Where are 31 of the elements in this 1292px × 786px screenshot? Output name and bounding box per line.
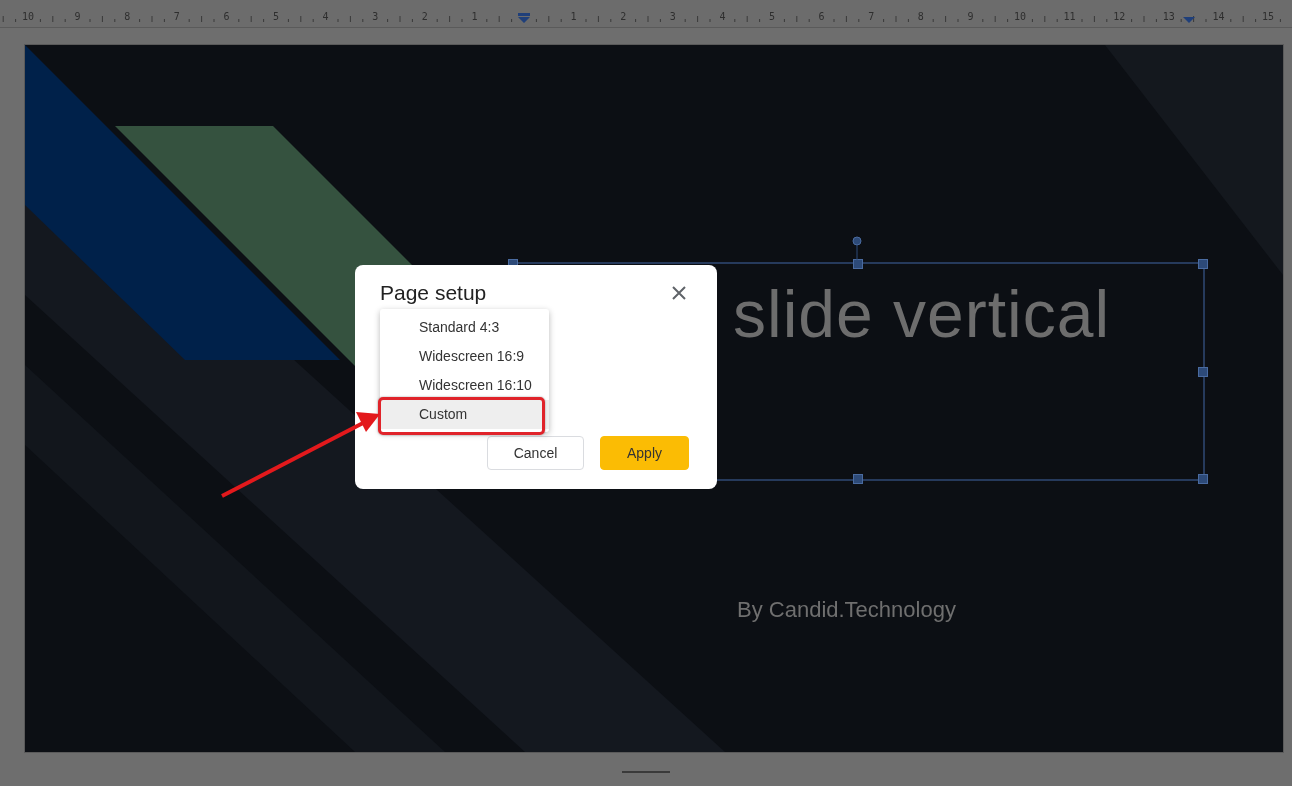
ruler-number: 8 <box>917 11 924 22</box>
apply-button[interactable]: Apply <box>600 436 689 470</box>
ruler-number: 14 <box>1212 11 1225 22</box>
ruler-number: 13 <box>1162 11 1175 22</box>
ruler-number: 3 <box>669 11 676 22</box>
ruler-number: 1 <box>471 11 478 22</box>
ruler-number: 4 <box>719 11 726 22</box>
ruler-number: 8 <box>124 11 131 22</box>
ruler-number: 7 <box>173 11 180 22</box>
menu-item[interactable]: Custom <box>380 400 549 429</box>
ruler-number: 2 <box>421 11 428 22</box>
ruler-number: 6 <box>223 11 230 22</box>
ruler-number: 2 <box>620 11 627 22</box>
cancel-button[interactable]: Cancel <box>487 436 584 470</box>
ruler-number: 11 <box>1063 11 1076 22</box>
ruler-number: 10 <box>1014 11 1026 22</box>
ruler-number: 15 <box>1262 11 1274 22</box>
ruler-number: 3 <box>372 11 379 22</box>
ruler-number: 6 <box>818 11 825 22</box>
ruler-number: 12 <box>1113 11 1126 22</box>
slide-subtitle: By Candid.Technology <box>737 597 956 623</box>
dialog-title: Page setup <box>380 281 487 305</box>
ruler-number: 4 <box>322 11 329 22</box>
ruler-number: 10 <box>22 11 34 22</box>
ruler-number: 9 <box>967 11 974 22</box>
ruler-number: 9 <box>74 11 81 22</box>
ruler-number: 5 <box>769 11 775 22</box>
ruler-number: 7 <box>868 11 875 22</box>
ruler-number: 5 <box>273 11 279 22</box>
slide-title: slide vertical <box>733 276 1111 352</box>
ruler-number: 1 <box>570 11 577 22</box>
